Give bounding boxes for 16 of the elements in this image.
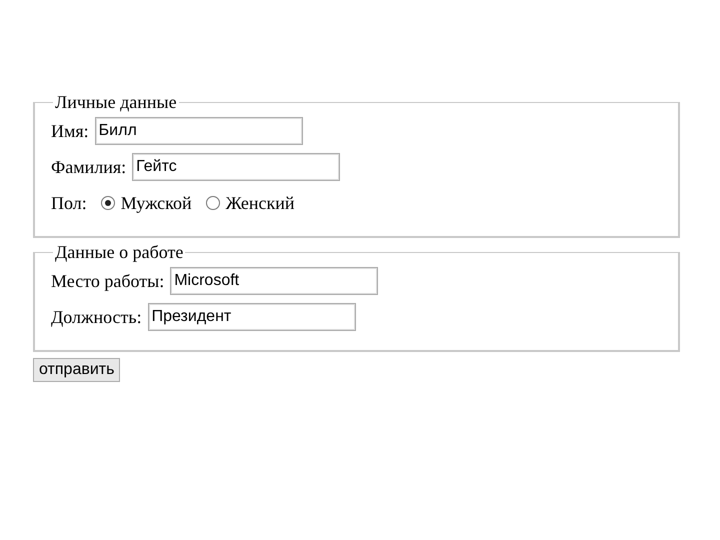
fieldset-legend: Данные о работе [53,242,186,262]
submit-button[interactable]: отправить [33,358,120,382]
radio-label: Мужской [120,192,192,214]
radio-button[interactable] [100,196,115,210]
text-input[interactable]: Microsoft [170,267,378,295]
field-label: Пол: [51,192,87,214]
text-input[interactable]: Президент [148,303,356,331]
field-label: Должность: [51,306,142,328]
text-input[interactable]: Гейтс [132,153,340,181]
field-label: Фамилия: [51,156,126,178]
fieldset-legend: Личные данные [53,92,179,112]
field-label: Имя: [51,120,89,142]
text-input[interactable]: Билл [94,117,303,145]
radio-button[interactable] [206,196,220,210]
radio-label: Женский [226,192,294,214]
field-label: Место работы: [51,270,164,292]
